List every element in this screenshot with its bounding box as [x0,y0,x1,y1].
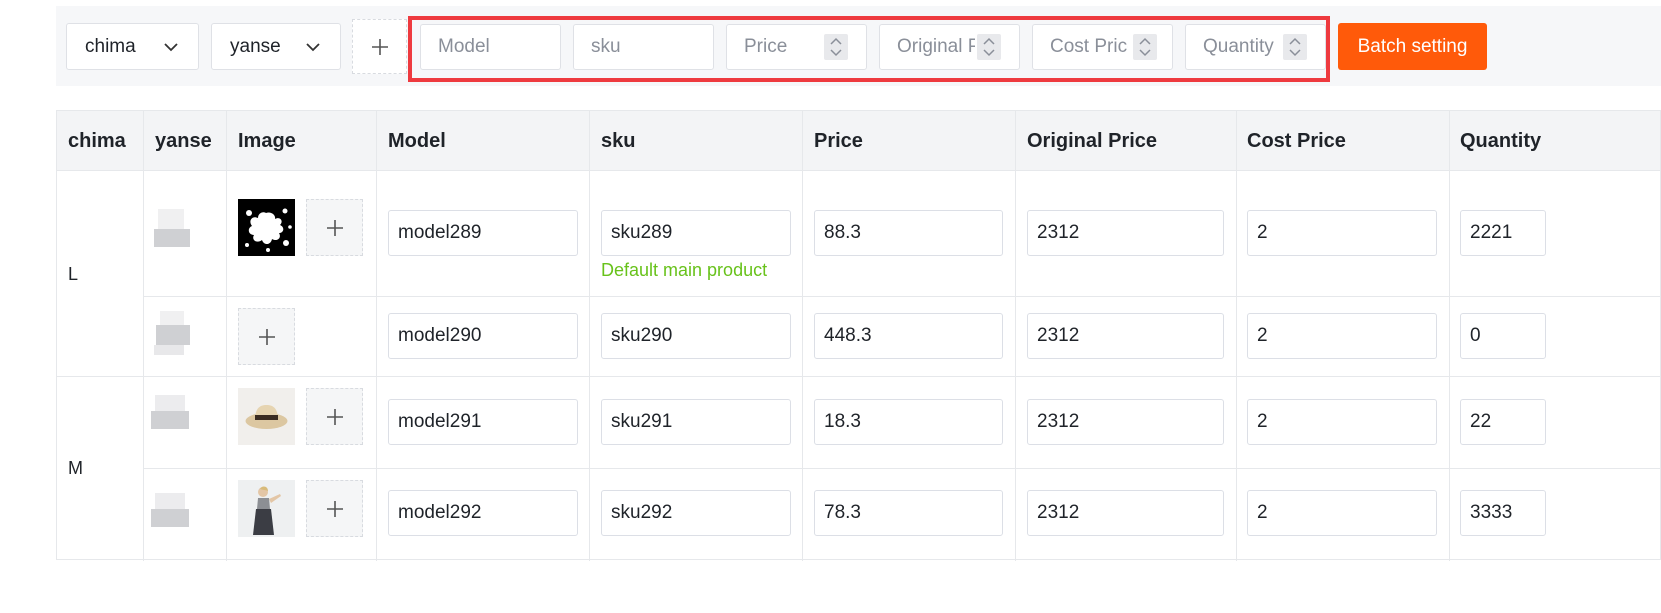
column-header-yanse: yanse [155,129,212,152]
column-header-image: Image [238,129,296,152]
price-input[interactable] [814,490,1003,536]
cost-price-input[interactable] [1247,490,1437,536]
yanse-value-blurred [154,209,192,251]
column-header-original-price: Original Price [1027,129,1158,152]
add-image-button[interactable] [238,308,295,365]
column-divider [226,111,227,561]
spec-select-chima[interactable]: chima [66,23,199,70]
add-image-button[interactable] [306,388,363,445]
quantity-input[interactable] [1460,210,1546,256]
column-divider [1015,111,1016,561]
sku-table: chima yanse Image Model sku Price Origin… [56,110,1661,561]
stepper-icon[interactable] [824,34,848,60]
cost-price-input[interactable] [1247,399,1437,445]
column-divider [589,111,590,561]
sku-input[interactable] [601,399,791,445]
stepper-icon[interactable] [1133,34,1157,60]
row-divider [57,376,1661,377]
column-divider [143,111,144,561]
sku-input[interactable] [601,313,791,359]
product-thumbnail[interactable] [238,199,295,256]
batch-toolbar: chima yanse Batch setting [56,6,1661,86]
cost-price-input[interactable] [1247,210,1437,256]
column-header-quantity: Quantity [1460,129,1542,152]
group-label-m: M [68,458,83,478]
chevron-down-icon [306,43,320,52]
add-spec-button[interactable] [352,19,407,74]
column-divider [802,111,803,561]
batch-model-input[interactable] [420,24,561,70]
add-image-button[interactable] [306,480,363,537]
yanse-value-blurred [151,493,189,535]
original-price-input[interactable] [1027,313,1224,359]
column-divider [1236,111,1237,561]
quantity-input[interactable] [1460,490,1546,536]
chevron-down-icon [164,43,178,52]
column-header-cost-price: Cost Price [1247,129,1346,152]
spec-select-value: yanse [230,35,281,57]
model-input[interactable] [388,490,578,536]
stepper-icon[interactable] [1283,34,1307,60]
batch-setting-button[interactable]: Batch setting [1338,23,1487,70]
model-photo [238,480,295,537]
yanse-value-blurred [151,395,189,437]
default-main-product-note: Default main product [601,260,768,280]
price-input[interactable] [814,313,1003,359]
hat-photo [238,388,295,445]
row-divider [143,468,1661,469]
column-header-sku: sku [601,129,636,152]
add-image-button[interactable] [306,199,363,256]
model-input[interactable] [388,313,578,359]
spec-select-yanse[interactable]: yanse [211,23,341,70]
column-divider [1449,111,1450,561]
product-thumbnail[interactable] [238,388,295,445]
original-price-input[interactable] [1027,490,1224,536]
stepper-icon[interactable] [977,34,1001,60]
plus-icon [371,38,388,55]
product-thumbnail[interactable] [238,480,295,537]
group-label-l: L [68,264,79,284]
cost-price-input[interactable] [1247,313,1437,359]
yanse-value-blurred [154,311,192,355]
spec-select-value: chima [85,35,136,57]
price-input[interactable] [814,399,1003,445]
sku-input[interactable] [601,490,791,536]
original-price-input[interactable] [1027,210,1224,256]
column-header-price: Price [814,129,863,152]
batch-sku-input[interactable] [573,24,714,70]
plus-icon [326,408,343,425]
model-input[interactable] [388,399,578,445]
price-input[interactable] [814,210,1003,256]
column-header-chima: chima [68,129,126,152]
plus-icon [326,500,343,517]
quantity-input[interactable] [1460,399,1546,445]
sku-input[interactable] [601,210,791,256]
plus-icon [326,219,343,236]
splash-icon [238,199,295,256]
original-price-input[interactable] [1027,399,1224,445]
column-header-model: Model [388,129,446,152]
model-input[interactable] [388,210,578,256]
row-divider [143,296,1661,297]
plus-icon [258,328,275,345]
column-divider [376,111,377,561]
quantity-input[interactable] [1460,313,1546,359]
